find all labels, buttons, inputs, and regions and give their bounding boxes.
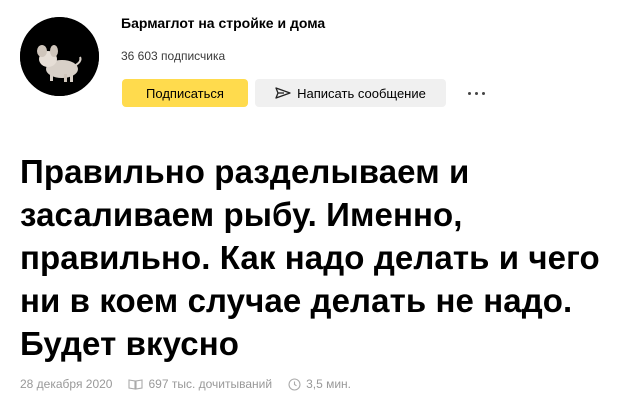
subscriber-count: 36 603 подписчика [121,49,226,63]
write-message-button[interactable]: Написать сообщение [255,79,446,107]
send-plane-icon [275,87,291,99]
read-time-stat: 3,5 мин. [288,377,351,391]
subscribe-button[interactable]: Подписаться [122,79,248,107]
publish-date: 28 декабря 2020 [20,377,113,391]
write-message-label: Написать сообщение [297,85,426,101]
book-icon [128,379,144,390]
channel-avatar[interactable] [20,17,99,96]
channel-name[interactable]: Бармаглот на стройке и дома [121,15,325,31]
read-time: 3,5 мин. [306,377,352,391]
reads-count: 697 тыс. дочитываний [148,377,273,391]
clock-icon [288,377,301,391]
article-meta: 28 декабря 2020 697 тыс. дочитываний 3,5… [20,377,351,391]
subscribe-button-label: Подписаться [146,85,224,101]
dog-avatar-image [20,17,99,96]
reads-stat: 697 тыс. дочитываний [128,377,272,391]
article-title: Правильно разделываем и засаливаем рыбу.… [20,153,600,362]
more-dots-icon[interactable] [460,79,492,107]
